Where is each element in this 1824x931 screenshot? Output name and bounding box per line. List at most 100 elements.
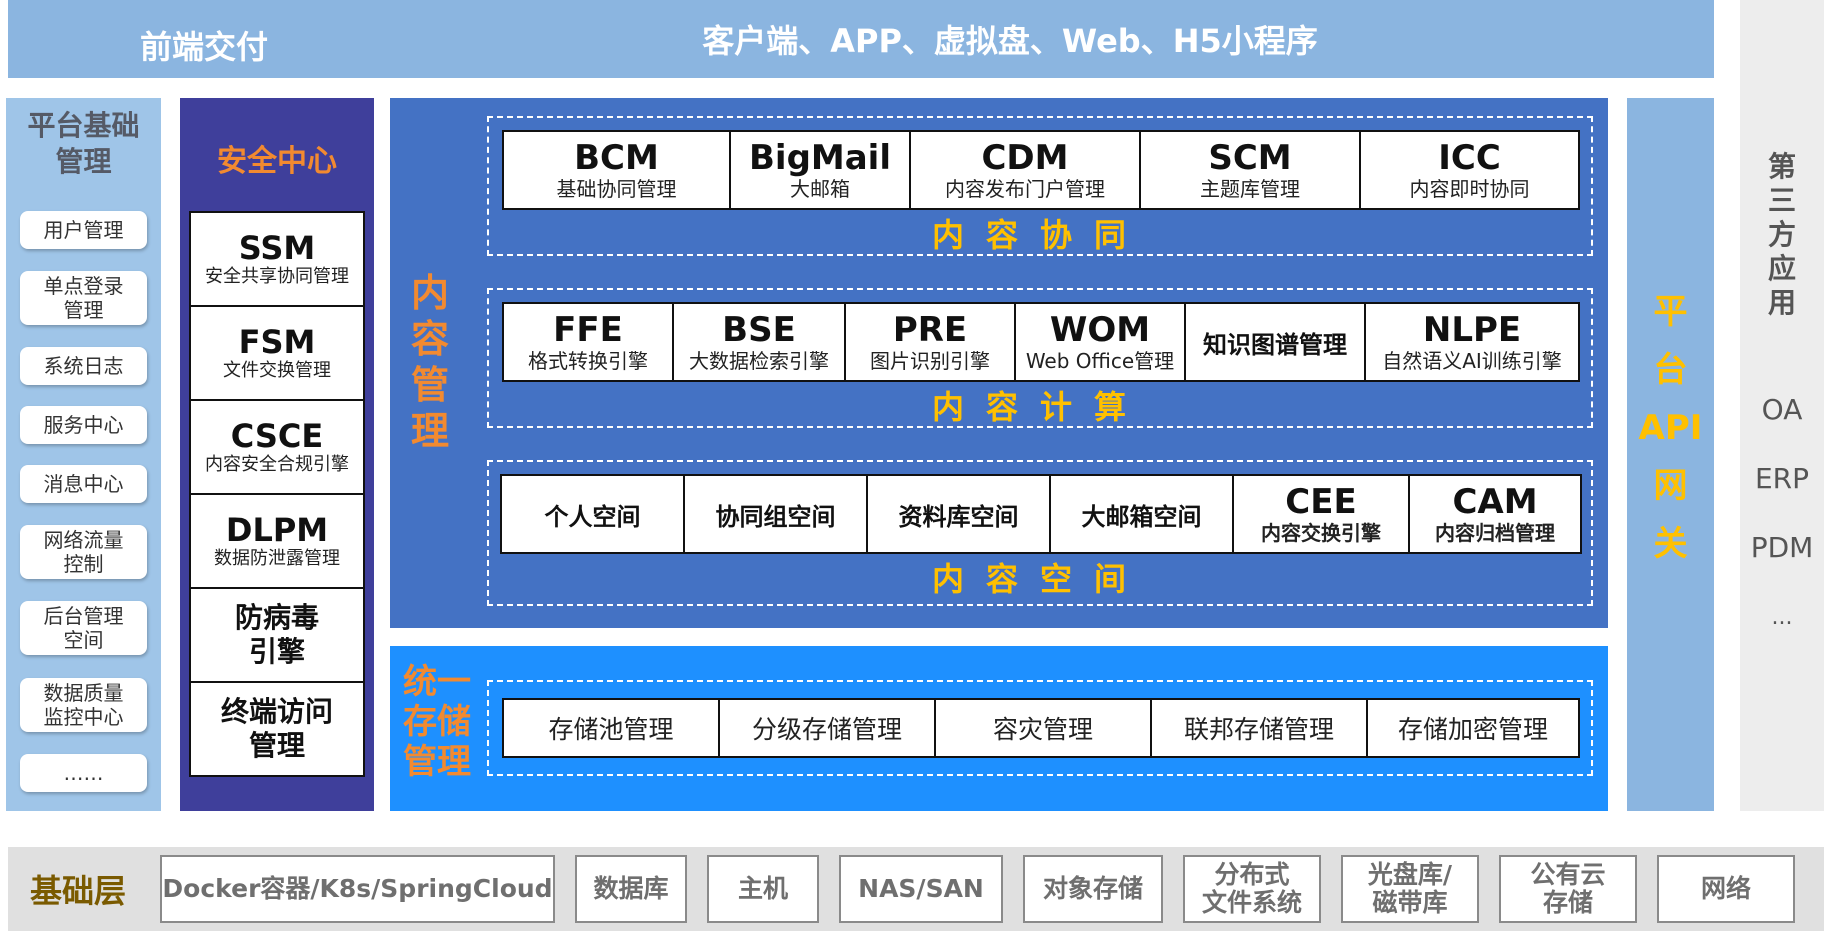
content-label-char: 管 bbox=[410, 363, 449, 407]
third-party-title-char: 三 bbox=[1767, 184, 1796, 217]
base-item-text: 网络 bbox=[1700, 874, 1751, 903]
security-item-code: SSM bbox=[238, 229, 316, 267]
security-center-title: 安全中心 bbox=[217, 144, 337, 179]
compute-item-code: BSE bbox=[722, 310, 796, 350]
security-item-line2: 管理 bbox=[248, 729, 305, 762]
storage-item-disaster-recovery: 容灾管理 bbox=[936, 700, 1152, 756]
storage-row: 存储池管理 分级存储管理 容灾管理 联邦存储管理 存储加密管理 bbox=[502, 698, 1580, 758]
space-item-plain: 协同组空间 bbox=[715, 502, 836, 531]
api-gateway-label: 平 台 API 网 关 bbox=[1627, 283, 1714, 573]
base-item-text: NAS/SAN bbox=[858, 874, 984, 903]
third-party-item-more: ... bbox=[1771, 605, 1793, 630]
platform-item-text: 网络流量 bbox=[43, 528, 124, 552]
space-item-cee: CEE 内容交换引擎 bbox=[1234, 476, 1410, 552]
security-item-desc: 内容安全合规引擎 bbox=[205, 454, 349, 475]
content-space-row: 个人空间 协同组空间 资料库空间 大邮箱空间 CEE 内容交换引擎 CAM 内容… bbox=[500, 474, 1582, 554]
compute-item-code: PRE bbox=[892, 310, 968, 350]
platform-item-text: 消息中心 bbox=[43, 472, 124, 496]
base-item-text: 文件系统 bbox=[1201, 888, 1302, 917]
base-item-text: Docker容器/K8s/SpringCloud bbox=[162, 874, 553, 903]
base-item-text: 分布式 bbox=[1214, 860, 1290, 889]
space-item-plain: 个人空间 bbox=[544, 502, 641, 531]
compute-item-pre: PRE 图片识别引擎 bbox=[846, 304, 1016, 380]
base-layer-title: 基础层 bbox=[30, 872, 127, 910]
security-item-code: CSCE bbox=[230, 417, 324, 455]
collab-item-scm: SCM 主题库管理 bbox=[1141, 132, 1361, 208]
platform-item-message-center: 消息中心 bbox=[20, 465, 147, 503]
security-item-desc: 安全共享协同管理 bbox=[205, 266, 349, 287]
compute-item-nlpe: NLPE 自然语义AI训练引擎 bbox=[1366, 304, 1578, 380]
platform-item-sso: 单点登录 管理 bbox=[20, 271, 147, 325]
base-item-text: 公有云 bbox=[1530, 860, 1606, 889]
security-item-desc: 数据防泄露管理 bbox=[214, 548, 340, 569]
platform-item-backend-space: 后台管理 空间 bbox=[20, 601, 147, 655]
base-item-network: 网络 bbox=[1657, 855, 1795, 923]
platform-item-traffic-control: 网络流量 控制 bbox=[20, 525, 147, 579]
platform-item-text: 控制 bbox=[63, 552, 104, 576]
compute-item-desc: Web Office管理 bbox=[1025, 349, 1175, 373]
collab-item-cdm: CDM 内容发布门户管理 bbox=[911, 132, 1141, 208]
base-item-text: 主机 bbox=[737, 874, 788, 903]
compute-item-knowledge-graph: 知识图谱管理 bbox=[1186, 304, 1366, 380]
platform-item-text: 空间 bbox=[63, 628, 104, 652]
security-item-code: FSM bbox=[238, 323, 316, 361]
platform-item-data-quality: 数据质量 监控中心 bbox=[20, 678, 147, 732]
platform-item-text: 服务中心 bbox=[43, 413, 124, 437]
space-item-mailbox: 大邮箱空间 bbox=[1051, 476, 1234, 552]
base-item-text: 磁带库 bbox=[1372, 888, 1448, 917]
frontend-channels-label: 客户端、APP、虚拟盘、Web、H5小程序 bbox=[702, 22, 1318, 60]
compute-item-code: WOM bbox=[1049, 310, 1151, 350]
space-item-desc: 内容交换引擎 bbox=[1261, 521, 1381, 545]
base-item-text: 光盘库/ bbox=[1367, 860, 1453, 889]
compute-item-wom: WOM Web Office管理 bbox=[1016, 304, 1186, 380]
security-item-antivirus: 防病毒 引擎 bbox=[189, 587, 365, 683]
base-item-nas-san: NAS/SAN bbox=[839, 855, 1003, 923]
platform-title-line2: 管理 bbox=[55, 145, 112, 178]
collab-item-code: CDM bbox=[981, 138, 1069, 178]
space-item-personal: 个人空间 bbox=[502, 476, 685, 552]
compute-item-desc: 大数据检索引擎 bbox=[689, 349, 829, 373]
collab-item-desc: 内容即时协同 bbox=[1409, 177, 1530, 201]
base-item-text: 数据库 bbox=[593, 874, 669, 903]
platform-management-title: 平台基础 管理 bbox=[6, 108, 161, 180]
collab-item-desc: 主题库管理 bbox=[1200, 177, 1300, 201]
base-item-public-cloud: 公有云 存储 bbox=[1499, 855, 1637, 923]
platform-item-text: 系统日志 bbox=[43, 354, 124, 378]
security-item-line1: 终端访问 bbox=[220, 695, 333, 728]
platform-item-syslog: 系统日志 bbox=[20, 347, 147, 385]
security-item-fsm: FSM 文件交换管理 bbox=[189, 305, 365, 401]
platform-item-text: 后台管理 bbox=[43, 604, 124, 628]
base-item-database: 数据库 bbox=[575, 855, 687, 923]
content-label-char: 容 bbox=[410, 317, 449, 361]
third-party-title-char: 方 bbox=[1767, 218, 1796, 251]
platform-item-text: 管理 bbox=[63, 298, 104, 322]
space-item-library: 资料库空间 bbox=[868, 476, 1051, 552]
api-label-char: 关 bbox=[1653, 524, 1688, 564]
space-item-cam: CAM 内容归档管理 bbox=[1410, 476, 1580, 552]
space-item-code: CEE bbox=[1285, 482, 1357, 522]
third-party-item-erp: ERP bbox=[1754, 462, 1810, 495]
platform-item-user-mgmt: 用户管理 bbox=[20, 211, 147, 249]
base-item-optical-tape: 光盘库/ 磁带库 bbox=[1341, 855, 1479, 923]
content-management-label: 内 容 管 理 bbox=[408, 270, 452, 454]
space-item-code: CAM bbox=[1452, 482, 1538, 522]
third-party-title: 第 三 方 应 用 bbox=[1740, 150, 1824, 320]
compute-item-desc: 格式转换引擎 bbox=[528, 349, 648, 373]
platform-title-line1: 平台基础 bbox=[27, 109, 140, 142]
compute-group-label: 内容计算 bbox=[931, 388, 1148, 426]
space-item-plain: 资料库空间 bbox=[898, 502, 1019, 531]
collab-item-code: BigMail bbox=[749, 138, 891, 178]
platform-item-text: …… bbox=[63, 761, 104, 785]
collab-item-code: ICC bbox=[1438, 138, 1501, 178]
storage-item-tiered: 分级存储管理 bbox=[720, 700, 936, 756]
collab-item-desc: 基础协同管理 bbox=[556, 177, 677, 201]
storage-label-line: 统一 bbox=[403, 662, 471, 702]
compute-item-bse: BSE 大数据检索引擎 bbox=[674, 304, 846, 380]
base-item-text: 存储 bbox=[1542, 888, 1593, 917]
base-item-distributed-fs: 分布式 文件系统 bbox=[1183, 855, 1321, 923]
third-party-item-pdm: PDM bbox=[1750, 531, 1814, 564]
content-label-char: 内 bbox=[410, 271, 449, 315]
unified-storage-label: 统一 存储 管理 bbox=[402, 662, 472, 782]
third-party-item-oa: OA bbox=[1761, 393, 1803, 426]
collab-item-code: SCM bbox=[1208, 138, 1292, 178]
